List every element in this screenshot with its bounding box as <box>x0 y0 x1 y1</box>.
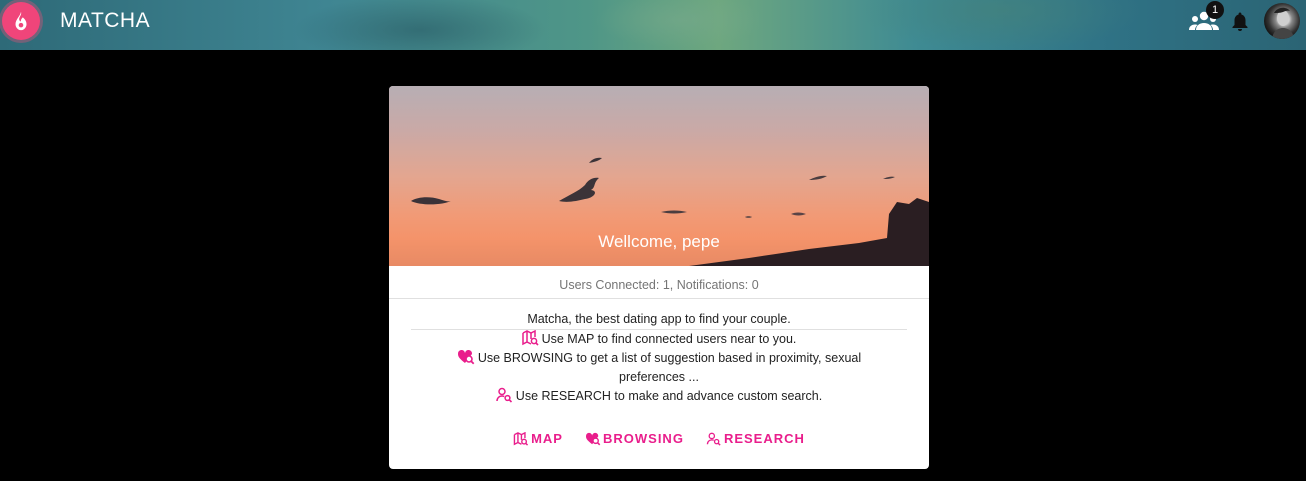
connection-stats: Users Connected: 1, Notifications: 0 <box>389 266 929 299</box>
connected-users-button[interactable]: 1 <box>1186 1 1224 36</box>
notifications-button[interactable] <box>1228 9 1252 33</box>
map-search-icon <box>521 330 539 346</box>
welcome-title: Wellcome, pepe <box>598 232 720 251</box>
map-description-text: Use MAP to find connected users near to … <box>541 332 797 346</box>
app-title: MATCHA <box>60 9 151 32</box>
heart-search-icon <box>585 432 601 445</box>
bell-icon <box>1232 12 1248 31</box>
heart-search-icon <box>457 349 475 365</box>
card-actions: MAP BROWSING RESEARCH <box>389 431 929 446</box>
users-count-badge: 1 <box>1206 1 1224 19</box>
research-description-text: Use RESEARCH to make and advance custom … <box>515 389 823 403</box>
browsing-button[interactable]: BROWSING <box>585 431 684 446</box>
browsing-description-cont: preferences ... <box>619 370 699 384</box>
tagline: Matcha, the best dating app to find your… <box>411 311 907 330</box>
research-button-label: RESEARCH <box>723 431 805 446</box>
person-search-icon <box>496 387 512 403</box>
map-button[interactable]: MAP <box>513 431 563 446</box>
welcome-card: Wellcome, pepe Users Connected: 1, Notif… <box>389 86 929 469</box>
browsing-description: Use BROWSING to get a list of suggestion… <box>409 349 909 368</box>
user-avatar[interactable] <box>1264 3 1300 39</box>
research-description: Use RESEARCH to make and advance custom … <box>409 387 909 406</box>
card-description: Matcha, the best dating app to find your… <box>389 299 929 406</box>
map-button-label: MAP <box>531 431 563 446</box>
map-search-icon <box>513 431 529 446</box>
person-search-icon <box>706 432 721 446</box>
research-button[interactable]: RESEARCH <box>706 431 805 446</box>
flame-logo-icon[interactable] <box>2 2 40 40</box>
sunset-banner-image: Wellcome, pepe <box>389 86 929 266</box>
app-bar: MATCHA 1 <box>0 0 1306 50</box>
browsing-button-label: BROWSING <box>602 431 684 446</box>
browsing-description-text: Use BROWSING to get a list of suggestion… <box>477 351 862 365</box>
map-description: Use MAP to find connected users near to … <box>409 330 909 349</box>
